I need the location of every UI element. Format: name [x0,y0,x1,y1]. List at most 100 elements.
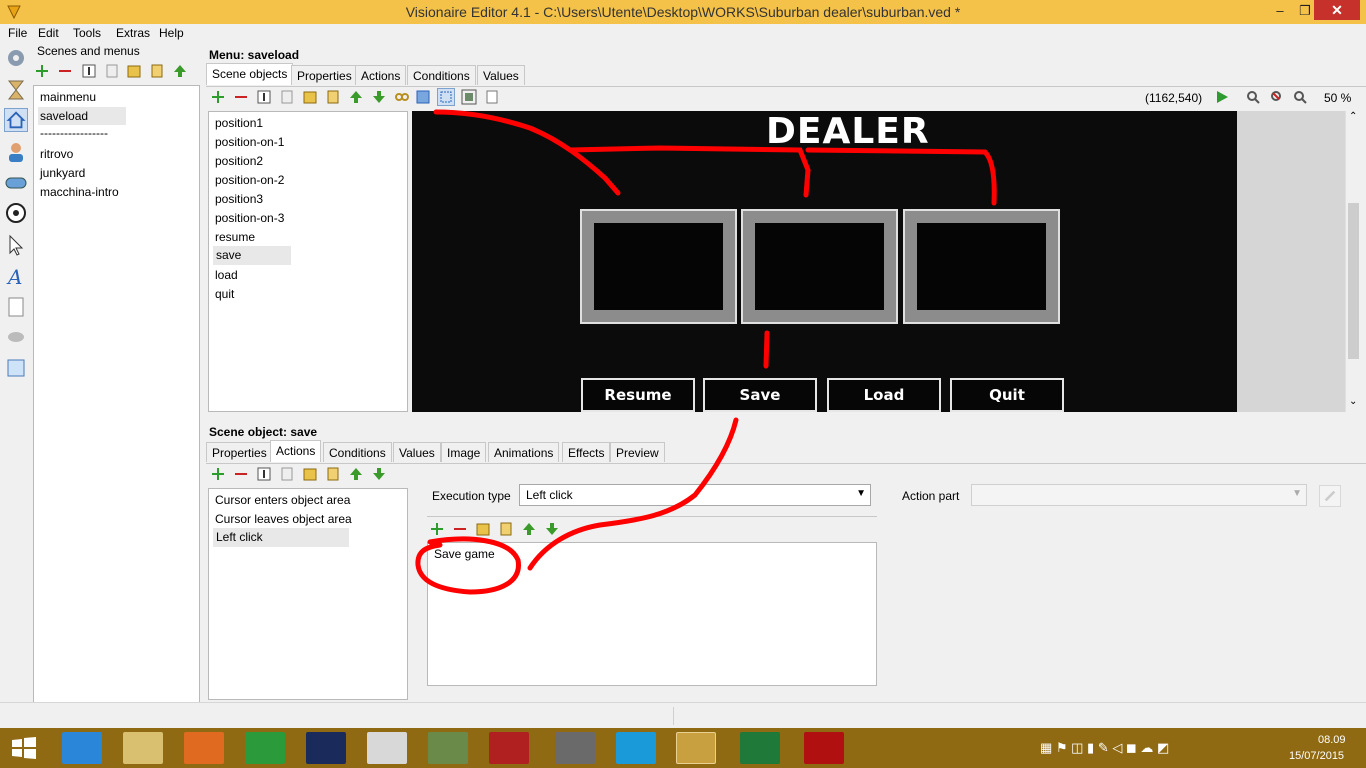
list-item[interactable]: position3 [215,192,263,206]
clipboard-icon[interactable] [325,466,341,482]
paste-icon[interactable] [126,63,142,79]
list-item-selected[interactable]: save [213,246,291,265]
list-item-selected[interactable]: Left click [213,528,349,547]
gamepad-icon[interactable] [4,170,28,194]
remove-icon[interactable] [452,521,468,537]
paste-icon[interactable] [302,466,318,482]
internet-explorer-icon[interactable] [62,732,102,764]
ball-icon[interactable] [4,201,28,225]
list-item-selected[interactable]: saveload [38,107,126,125]
list-item[interactable]: quit [215,287,234,301]
notepad-icon[interactable] [428,732,468,764]
move-down-icon[interactable] [371,89,387,105]
resume-button[interactable]: Resume [581,378,695,412]
list-item[interactable]: position-on-1 [215,135,284,149]
save-button[interactable]: Save [703,378,817,412]
menu-tools[interactable]: Tools [73,26,101,40]
rename-icon[interactable] [256,466,272,482]
weather-icon[interactable] [4,326,28,350]
start-icon[interactable] [10,736,38,760]
save-slot-3[interactable] [903,209,1060,324]
list-item[interactable]: resume [215,230,255,244]
action-part-select[interactable]: ▼ [971,484,1307,506]
quit-button[interactable]: Quit [950,378,1064,412]
scene-canvas[interactable]: DEALER Resume Save Load Quit [412,111,1237,412]
clipboard-icon[interactable] [325,89,341,105]
gear-icon[interactable] [4,46,28,70]
tab-conditions[interactable]: Conditions [323,442,392,462]
list-item[interactable]: junkyard [40,166,85,180]
firefox-icon[interactable] [184,732,224,764]
tray-icons[interactable]: ▦ ⚑ ◫ ▮ ✎ ◁ ◼ ☁ ◩ [1040,740,1169,756]
hourglass-icon[interactable] [4,78,28,102]
chrome-icon[interactable] [367,732,407,764]
object-bounds-icon[interactable] [461,89,477,105]
list-item[interactable]: macchina-intro [40,185,119,199]
move-down-icon[interactable] [544,521,560,537]
list-item[interactable]: position2 [215,154,263,168]
script-icon[interactable] [4,356,28,380]
tab-actions[interactable]: Actions [270,440,322,462]
load-button[interactable]: Load [827,378,941,412]
font-icon[interactable]: A [4,264,28,288]
rename-icon[interactable] [81,63,97,79]
list-item[interactable]: Cursor enters object area [215,493,350,507]
save-slot-2[interactable] [741,209,898,324]
menu-help[interactable]: Help [159,26,184,40]
move-up-icon[interactable] [348,89,364,105]
tab-effects[interactable]: Effects [562,442,611,462]
file-explorer-icon[interactable] [123,732,163,764]
move-up-icon[interactable] [172,63,188,79]
list-item[interactable]: position-on-3 [215,211,284,225]
file-manager-icon[interactable] [555,732,595,764]
document-icon[interactable] [4,295,28,319]
skype-icon[interactable] [616,732,656,764]
tab-image[interactable]: Image [441,442,487,462]
cursor-icon[interactable] [4,233,28,257]
filezilla-icon[interactable] [489,732,529,764]
scroll-thumb[interactable] [1348,203,1359,359]
edit-points-icon[interactable] [437,88,455,106]
list-item[interactable]: load [215,268,238,282]
clock-time[interactable]: 08.09 [1318,734,1346,746]
tab-actions[interactable]: Actions [355,65,407,85]
list-item[interactable]: Cursor leaves object area [215,512,352,526]
list-item[interactable]: ritrovo [40,147,73,161]
select-area-icon[interactable] [415,89,431,105]
tab-conditions[interactable]: Conditions [407,65,476,85]
move-up-icon[interactable] [521,521,537,537]
add-icon[interactable] [429,521,445,537]
clock-date[interactable]: 15/07/2015 [1289,750,1344,762]
menu-file[interactable]: File [8,26,27,40]
copy-icon[interactable] [104,63,120,79]
clipboard-icon[interactable] [149,63,165,79]
list-item[interactable]: mainmenu [40,90,96,104]
remove-icon[interactable] [233,89,249,105]
tab-preview[interactable]: Preview [610,442,665,462]
scroll-down-icon[interactable]: ⌄ [1349,396,1357,407]
edit-action-part-button[interactable] [1319,485,1341,507]
character-icon[interactable] [4,140,28,164]
menu-extras[interactable]: Extras [116,26,150,40]
link-icon[interactable] [394,89,410,105]
remove-icon[interactable] [233,466,249,482]
play-icon[interactable] [1214,89,1230,105]
photoshop-icon[interactable] [306,732,346,764]
execution-type-select[interactable]: Left click ▼ [519,484,871,506]
acrobat-icon[interactable] [804,732,844,764]
add-icon[interactable] [210,466,226,482]
tab-scene-objects[interactable]: Scene objects [206,63,294,85]
tab-values[interactable]: Values [393,442,441,462]
close-button[interactable]: ✕ [1314,0,1360,20]
save-slot-1[interactable] [580,209,737,324]
tab-values[interactable]: Values [477,65,525,85]
tab-properties[interactable]: Properties [206,442,273,462]
list-item[interactable]: position-on-2 [215,173,284,187]
visionaire-taskbar-icon[interactable] [676,732,716,764]
clipboard-icon[interactable] [498,521,514,537]
add-icon[interactable] [210,89,226,105]
add-icon[interactable] [34,63,50,79]
paste-icon[interactable] [475,521,491,537]
zoom-out-icon[interactable] [1292,89,1308,105]
store-icon[interactable] [245,732,285,764]
